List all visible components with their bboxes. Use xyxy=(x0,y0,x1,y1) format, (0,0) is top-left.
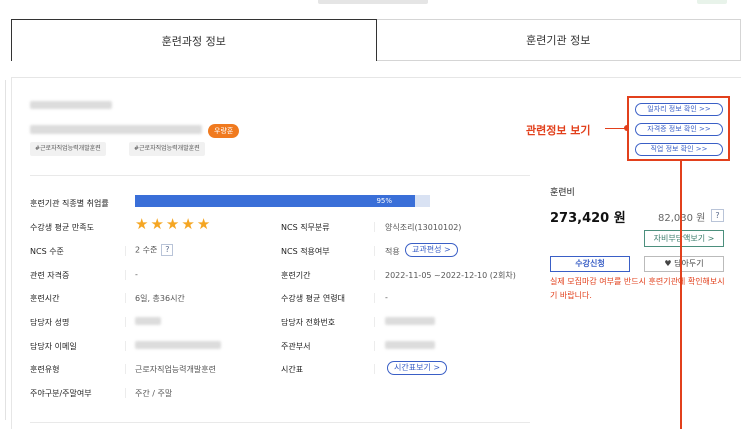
curriculum-button[interactable]: 교과편성 > xyxy=(405,243,458,257)
callout-label: 관련정보 보기 xyxy=(526,124,591,137)
star-icon: ★ xyxy=(135,215,149,233)
course-tag[interactable]: #근로자직업능력개발훈련 xyxy=(129,142,205,156)
manager-name-blurred xyxy=(135,317,161,325)
department-blurred xyxy=(385,341,435,349)
satisfaction-stars: ★ ★ ★ ★ ★ xyxy=(135,215,211,233)
left-border xyxy=(5,80,6,420)
fee-box: 훈련비 273,420 원 82,030 원 ? 자비부담액보기 > 수강신청 … xyxy=(540,180,740,320)
section-divider-bottom xyxy=(30,422,530,423)
period-label: 훈련기간 xyxy=(281,271,311,280)
employment-rate-fill xyxy=(135,195,416,207)
apply-button[interactable]: 수강신청 xyxy=(550,256,630,272)
employment-rate-value: 95% xyxy=(376,197,392,205)
top-header-strip xyxy=(0,0,741,6)
fee-help-icon[interactable]: ? xyxy=(711,209,724,222)
manager-email-label: 담당자 이메일 xyxy=(30,342,77,351)
ncs-level-label: NCS 수준 xyxy=(30,247,64,256)
save-for-later-button[interactable]: ♥ 담아두기 xyxy=(644,256,724,272)
page-heading-fragment xyxy=(318,0,428,4)
manager-name-label: 담당자 성명 xyxy=(30,318,70,327)
callout-line xyxy=(680,161,682,429)
ncs-applied-value: 적용 xyxy=(385,247,400,256)
training-time-label: 훈련시간 xyxy=(30,294,60,303)
self-pay-button[interactable]: 자비부담액보기 > xyxy=(644,230,724,247)
info-tabs: 훈련과정 정보 훈련기관 정보 xyxy=(11,19,741,61)
employment-rate-bar: 95% xyxy=(135,195,430,207)
ncs-applied-label: NCS 적용여부 xyxy=(281,247,330,256)
manager-phone-label: 담당자 전화번호 xyxy=(281,318,336,327)
star-icon: ★ xyxy=(196,215,211,233)
schedule-button[interactable]: 시간표보기 > xyxy=(387,361,448,375)
ncs-category-label: NCS 직무분류 xyxy=(281,223,330,232)
qualification-value: - xyxy=(135,270,138,279)
day-type-value: 주간 / 주말 xyxy=(135,389,173,398)
fee-label: 훈련비 xyxy=(550,188,575,198)
schedule-label: 시간표 xyxy=(281,365,304,374)
callout-arrow xyxy=(605,125,630,131)
manager-phone-blurred xyxy=(385,317,435,325)
department-label: 주관부서 xyxy=(281,342,311,351)
day-type-label: 주야구분/주말여부 xyxy=(30,389,92,398)
star-icon: ★ xyxy=(165,215,180,233)
training-type-value: 근로자직업능력개발훈련 xyxy=(135,365,216,374)
tab-institution-info[interactable]: 훈련기관 정보 xyxy=(376,19,741,61)
manager-email-blurred xyxy=(135,341,221,349)
certificate-info-link[interactable]: 자격증 정보 확인 >> xyxy=(635,123,723,136)
training-time-value: 6일, 총36시간 xyxy=(135,294,185,303)
job-info-link[interactable]: 일자리 정보 확인 >> xyxy=(635,103,723,116)
ncs-level-value: 2 수준? xyxy=(135,244,174,256)
help-icon[interactable]: ? xyxy=(161,244,174,256)
course-tag[interactable]: #근로자직업능력개발훈련 xyxy=(30,142,106,156)
related-info-box: 일자리 정보 확인 >> 자격증 정보 확인 >> 직업 정보 확인 >> xyxy=(627,96,730,161)
employment-rate-label: 훈련기관 직종별 취업률 xyxy=(30,199,109,208)
tab-course-info[interactable]: 훈련과정 정보 xyxy=(11,19,377,61)
ncs-category-value: 양식조리(13010102) xyxy=(385,223,462,232)
heart-icon: ♥ xyxy=(664,259,675,268)
qualification-label: 관련 자격증 xyxy=(30,271,70,280)
header-icon-fragment xyxy=(697,0,727,4)
satisfaction-label: 수강생 평균 만족도 xyxy=(30,223,94,232)
institution-name-blurred xyxy=(30,101,112,109)
avg-age-label: 수강생 평균 연령대 xyxy=(281,294,345,303)
training-type-label: 훈련유형 xyxy=(30,365,60,374)
star-icon: ★ xyxy=(150,215,164,233)
quality-badge: 우량훈 xyxy=(208,124,240,138)
period-value: 2022-11-05 ~2022-12-10 (2회차) xyxy=(385,271,516,280)
course-title-blurred xyxy=(30,125,202,134)
fee-main-value: 273,420 원 xyxy=(550,211,626,226)
section-divider xyxy=(30,175,530,176)
star-icon: ★ xyxy=(181,215,195,233)
notice-text: 실제 모집마감 여부를 반드시 훈련기관에 확인해보시기 바랍니다. xyxy=(550,277,725,300)
avg-age-value: - xyxy=(385,293,388,302)
occupation-info-link[interactable]: 직업 정보 확인 >> xyxy=(635,143,723,156)
